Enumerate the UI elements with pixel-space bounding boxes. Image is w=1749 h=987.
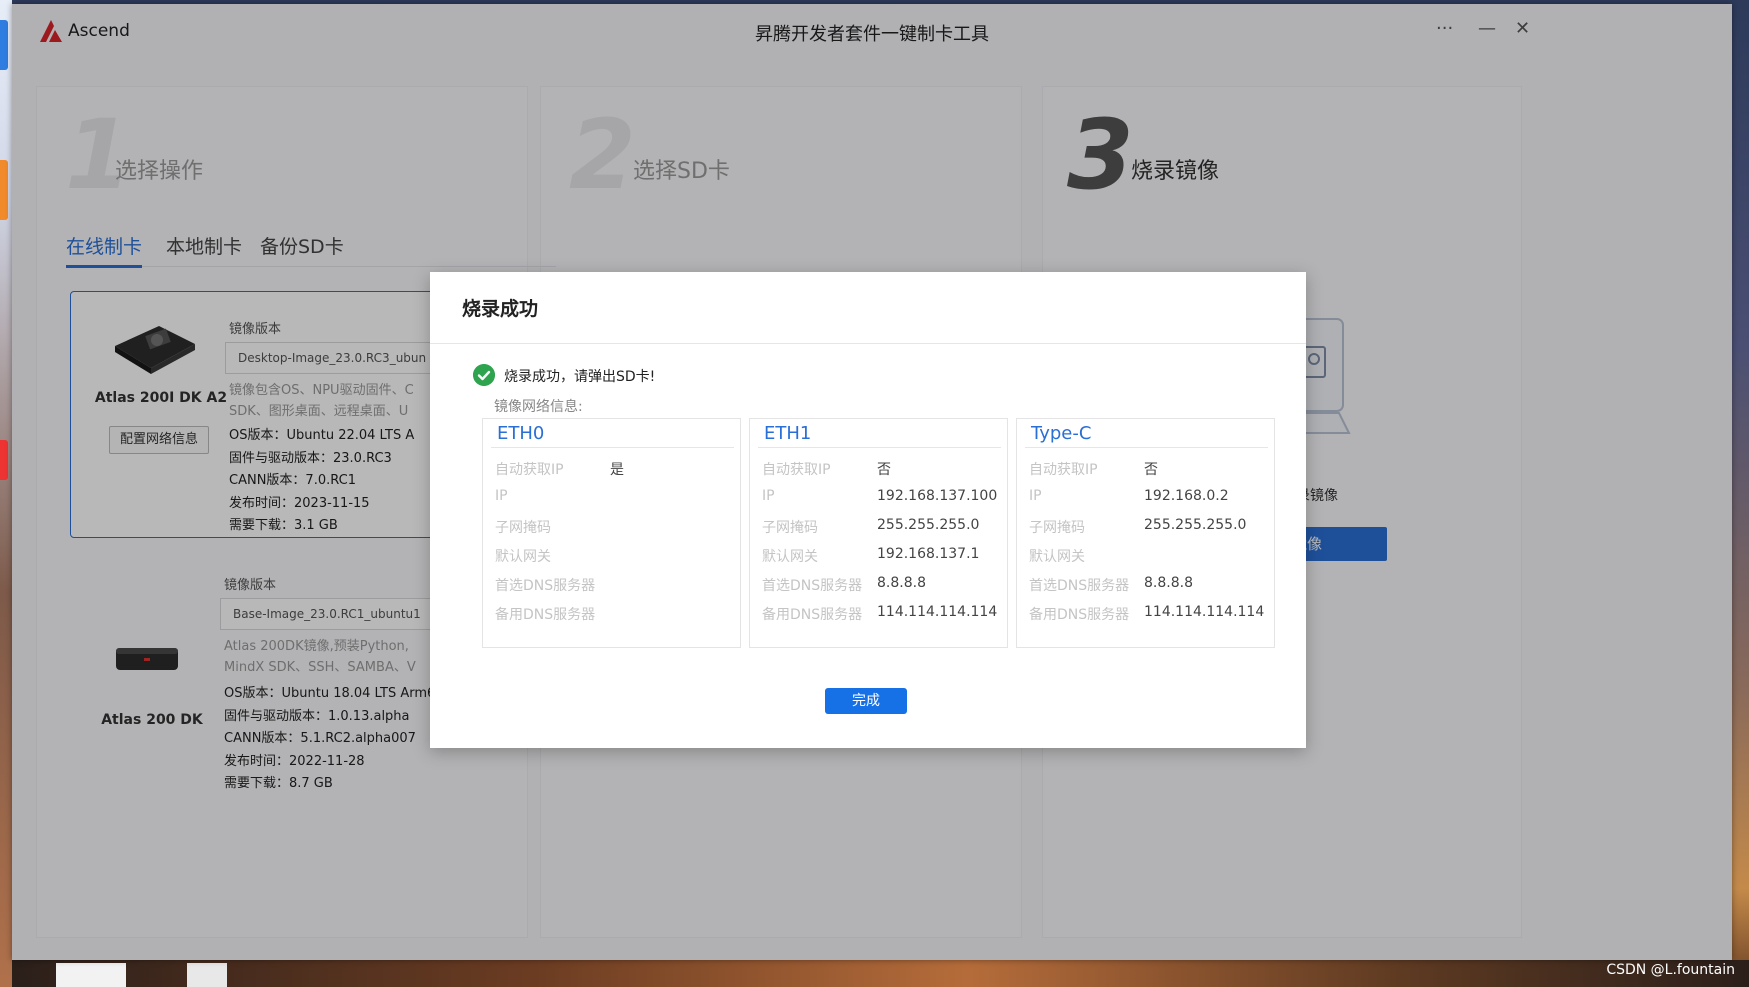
dock-app-icon[interactable]	[0, 160, 8, 220]
taskbar-thumbnail[interactable]	[56, 963, 126, 987]
taskbar-thumbnail[interactable]	[187, 963, 227, 987]
eth0-network-box: ETH0 自动获取IP 是 IP 子网掩码 默认网关 首选DNS服务器 备用DNS…	[482, 418, 741, 648]
net-row-auto-ip: 自动获取IP 是	[495, 459, 734, 479]
net-value: 255.255.255.0	[877, 517, 980, 533]
network-info-label: 镜像网络信息:	[494, 399, 583, 415]
net-key: IP	[495, 488, 508, 504]
interface-name: ETH0	[497, 423, 545, 444]
net-key: IP	[1029, 488, 1042, 504]
net-row-dns2: 备用DNS服务器 114.114.114.114	[762, 604, 1001, 624]
watermark: CSDN @L.fountain	[1606, 962, 1735, 978]
net-row-netmask: 子网掩码 255.255.255.0	[762, 517, 1001, 537]
net-key: 默认网关	[762, 549, 818, 565]
typec-network-box: Type-C 自动获取IP 否 IP 192.168.0.2 子网掩码 255.255…	[1016, 418, 1275, 648]
net-key: 子网掩码	[1029, 520, 1085, 536]
net-value: 114.114.114.114	[877, 604, 998, 620]
net-value: 否	[877, 462, 891, 478]
net-row-dns2: 备用DNS服务器	[495, 604, 734, 624]
interface-divider	[758, 447, 1001, 448]
net-value: 192.168.0.2	[1144, 488, 1229, 504]
net-value: 否	[1144, 462, 1158, 478]
net-row-dns2: 备用DNS服务器 114.114.114.114	[1029, 604, 1268, 624]
net-row-ip: IP 192.168.0.2	[1029, 488, 1268, 508]
interface-divider	[491, 447, 734, 448]
net-key: 自动获取IP	[762, 462, 831, 478]
success-check-icon	[473, 364, 495, 386]
net-row-ip: IP 192.168.137.100	[762, 488, 1001, 508]
net-key: IP	[762, 488, 775, 504]
net-key: 首选DNS服务器	[1029, 578, 1130, 594]
net-row-gateway: 默认网关	[1029, 546, 1268, 566]
net-key: 子网掩码	[762, 520, 818, 536]
dock-app-icon[interactable]	[0, 20, 8, 70]
net-key: 备用DNS服务器	[495, 607, 596, 623]
net-key: 备用DNS服务器	[762, 607, 863, 623]
net-value: 114.114.114.114	[1144, 604, 1265, 620]
done-button[interactable]: 完成	[825, 688, 907, 714]
net-value: 是	[610, 462, 624, 478]
net-row-gateway: 默认网关	[495, 546, 734, 566]
dialog-divider	[430, 343, 1306, 344]
net-row-dns1: 首选DNS服务器 8.8.8.8	[762, 575, 1001, 595]
net-row-gateway: 默认网关 192.168.137.1	[762, 546, 1001, 566]
dialog-title: 烧录成功	[462, 298, 539, 320]
eth1-network-box: ETH1 自动获取IP 否 IP 192.168.137.100 子网掩码 255.2…	[749, 418, 1008, 648]
net-key: 备用DNS服务器	[1029, 607, 1130, 623]
net-key: 自动获取IP	[1029, 462, 1098, 478]
net-value: 255.255.255.0	[1144, 517, 1247, 533]
net-value: 8.8.8.8	[877, 575, 926, 591]
net-value: 8.8.8.8	[1144, 575, 1193, 591]
net-row-netmask: 子网掩码	[495, 517, 734, 537]
net-key: 默认网关	[1029, 549, 1085, 565]
net-row-auto-ip: 自动获取IP 否	[1029, 459, 1268, 479]
net-key: 首选DNS服务器	[495, 578, 596, 594]
interface-name: Type-C	[1031, 423, 1092, 444]
net-row-dns1: 首选DNS服务器 8.8.8.8	[1029, 575, 1268, 595]
net-row-dns1: 首选DNS服务器	[495, 575, 734, 595]
net-row-auto-ip: 自动获取IP 否	[762, 459, 1001, 479]
desktop-left-edge	[0, 0, 12, 987]
net-value: 192.168.137.1	[877, 546, 980, 562]
net-key: 默认网关	[495, 549, 551, 565]
net-key: 子网掩码	[495, 520, 551, 536]
success-message: 烧录成功，请弹出SD卡!	[504, 369, 656, 385]
net-row-netmask: 子网掩码 255.255.255.0	[1029, 517, 1268, 537]
net-value: 192.168.137.100	[877, 488, 998, 504]
net-key: 自动获取IP	[495, 462, 564, 478]
interface-name: ETH1	[764, 423, 812, 444]
interface-divider	[1025, 447, 1268, 448]
burn-success-dialog: 烧录成功 烧录成功，请弹出SD卡! 镜像网络信息: ETH0 自动获取IP 是 I…	[430, 272, 1306, 748]
net-key: 首选DNS服务器	[762, 578, 863, 594]
taskbar	[12, 960, 1749, 987]
dock-app-icon[interactable]	[0, 440, 8, 480]
net-row-ip: IP	[495, 488, 734, 508]
